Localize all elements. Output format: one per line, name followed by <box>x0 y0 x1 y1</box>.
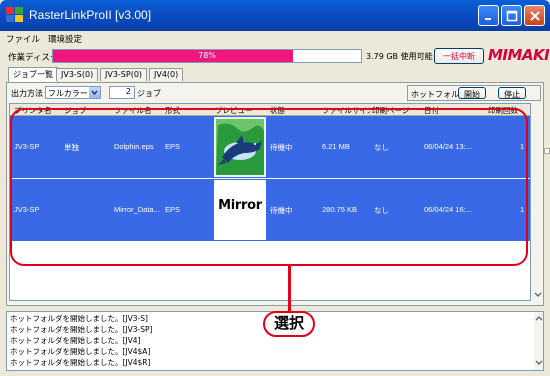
maximize-button[interactable] <box>501 5 522 26</box>
output-method-label: 出力方法 <box>11 89 43 98</box>
job-count: 2 <box>109 86 135 99</box>
log-line: ホットフォルダを開始しました。[JV4$R] <box>10 358 151 367</box>
minimize-button[interactable] <box>478 5 499 26</box>
callout-line <box>288 266 291 312</box>
hotfolder-stop-button[interactable]: 停止 <box>498 87 526 99</box>
table-scrollbar[interactable] <box>533 103 543 301</box>
splitter-handle[interactable] <box>544 148 550 154</box>
callout-label: 選択 <box>263 311 315 337</box>
selection-highlight <box>10 108 528 266</box>
menu-file[interactable]: ファイル <box>6 33 40 45</box>
hotfolder-start-button[interactable]: 開始 <box>458 87 486 99</box>
job-count-unit: ジョブ <box>137 89 161 98</box>
close-button[interactable] <box>524 5 545 26</box>
output-method-value: フルカラー <box>48 89 88 98</box>
log-line: ホットフォルダを開始しました。[JV3-S] <box>10 314 148 323</box>
disk-free-space: 3.79 GB 使用可能 <box>366 52 433 61</box>
title-bar[interactable]: RasterLinkProII [v3.00] <box>0 0 550 31</box>
chevron-down-icon[interactable] <box>89 87 100 98</box>
menu-settings[interactable]: 環境設定 <box>48 33 82 45</box>
disk-usage-row: 作業ディスク(C:) 78% 3.79 GB 使用可能 一括中断 MIMAKI <box>0 46 550 65</box>
log-scrollbar[interactable] <box>534 312 543 370</box>
log-line: ホットフォルダを開始しました。[JV4] <box>10 336 141 345</box>
tab-jv3-sp[interactable]: JV3-SP(0) <box>100 68 148 81</box>
output-method-select[interactable]: フルカラー <box>45 86 101 99</box>
tab-job-list[interactable]: ジョブ一覧 <box>8 67 58 82</box>
disk-usage-percent: 78% <box>198 51 216 60</box>
log-line: ホットフォルダを開始しました。[JV3-SP] <box>10 325 153 334</box>
tab-jv3-s[interactable]: JV3-S(0) <box>56 68 99 81</box>
hotfolder-controls: ホットフォルダ 開始 停止 <box>407 85 541 101</box>
mimaki-logo: MIMAKI <box>488 46 550 64</box>
tab-jv4[interactable]: JV4(0) <box>149 68 184 81</box>
menu-bar: ファイル 環境設定 <box>0 31 550 45</box>
app-window: RasterLinkProII [v3.00] ファイル 環境設定 作業ディスク… <box>0 0 550 376</box>
disk-usage-bar: 78% <box>52 49 362 63</box>
window-title: RasterLinkProII [v3.00] <box>29 8 152 22</box>
app-icon <box>6 7 24 23</box>
cancel-all-button[interactable]: 一括中断 <box>434 48 484 64</box>
log-line: ホットフォルダを開始しました。[JV4$A] <box>10 347 151 356</box>
